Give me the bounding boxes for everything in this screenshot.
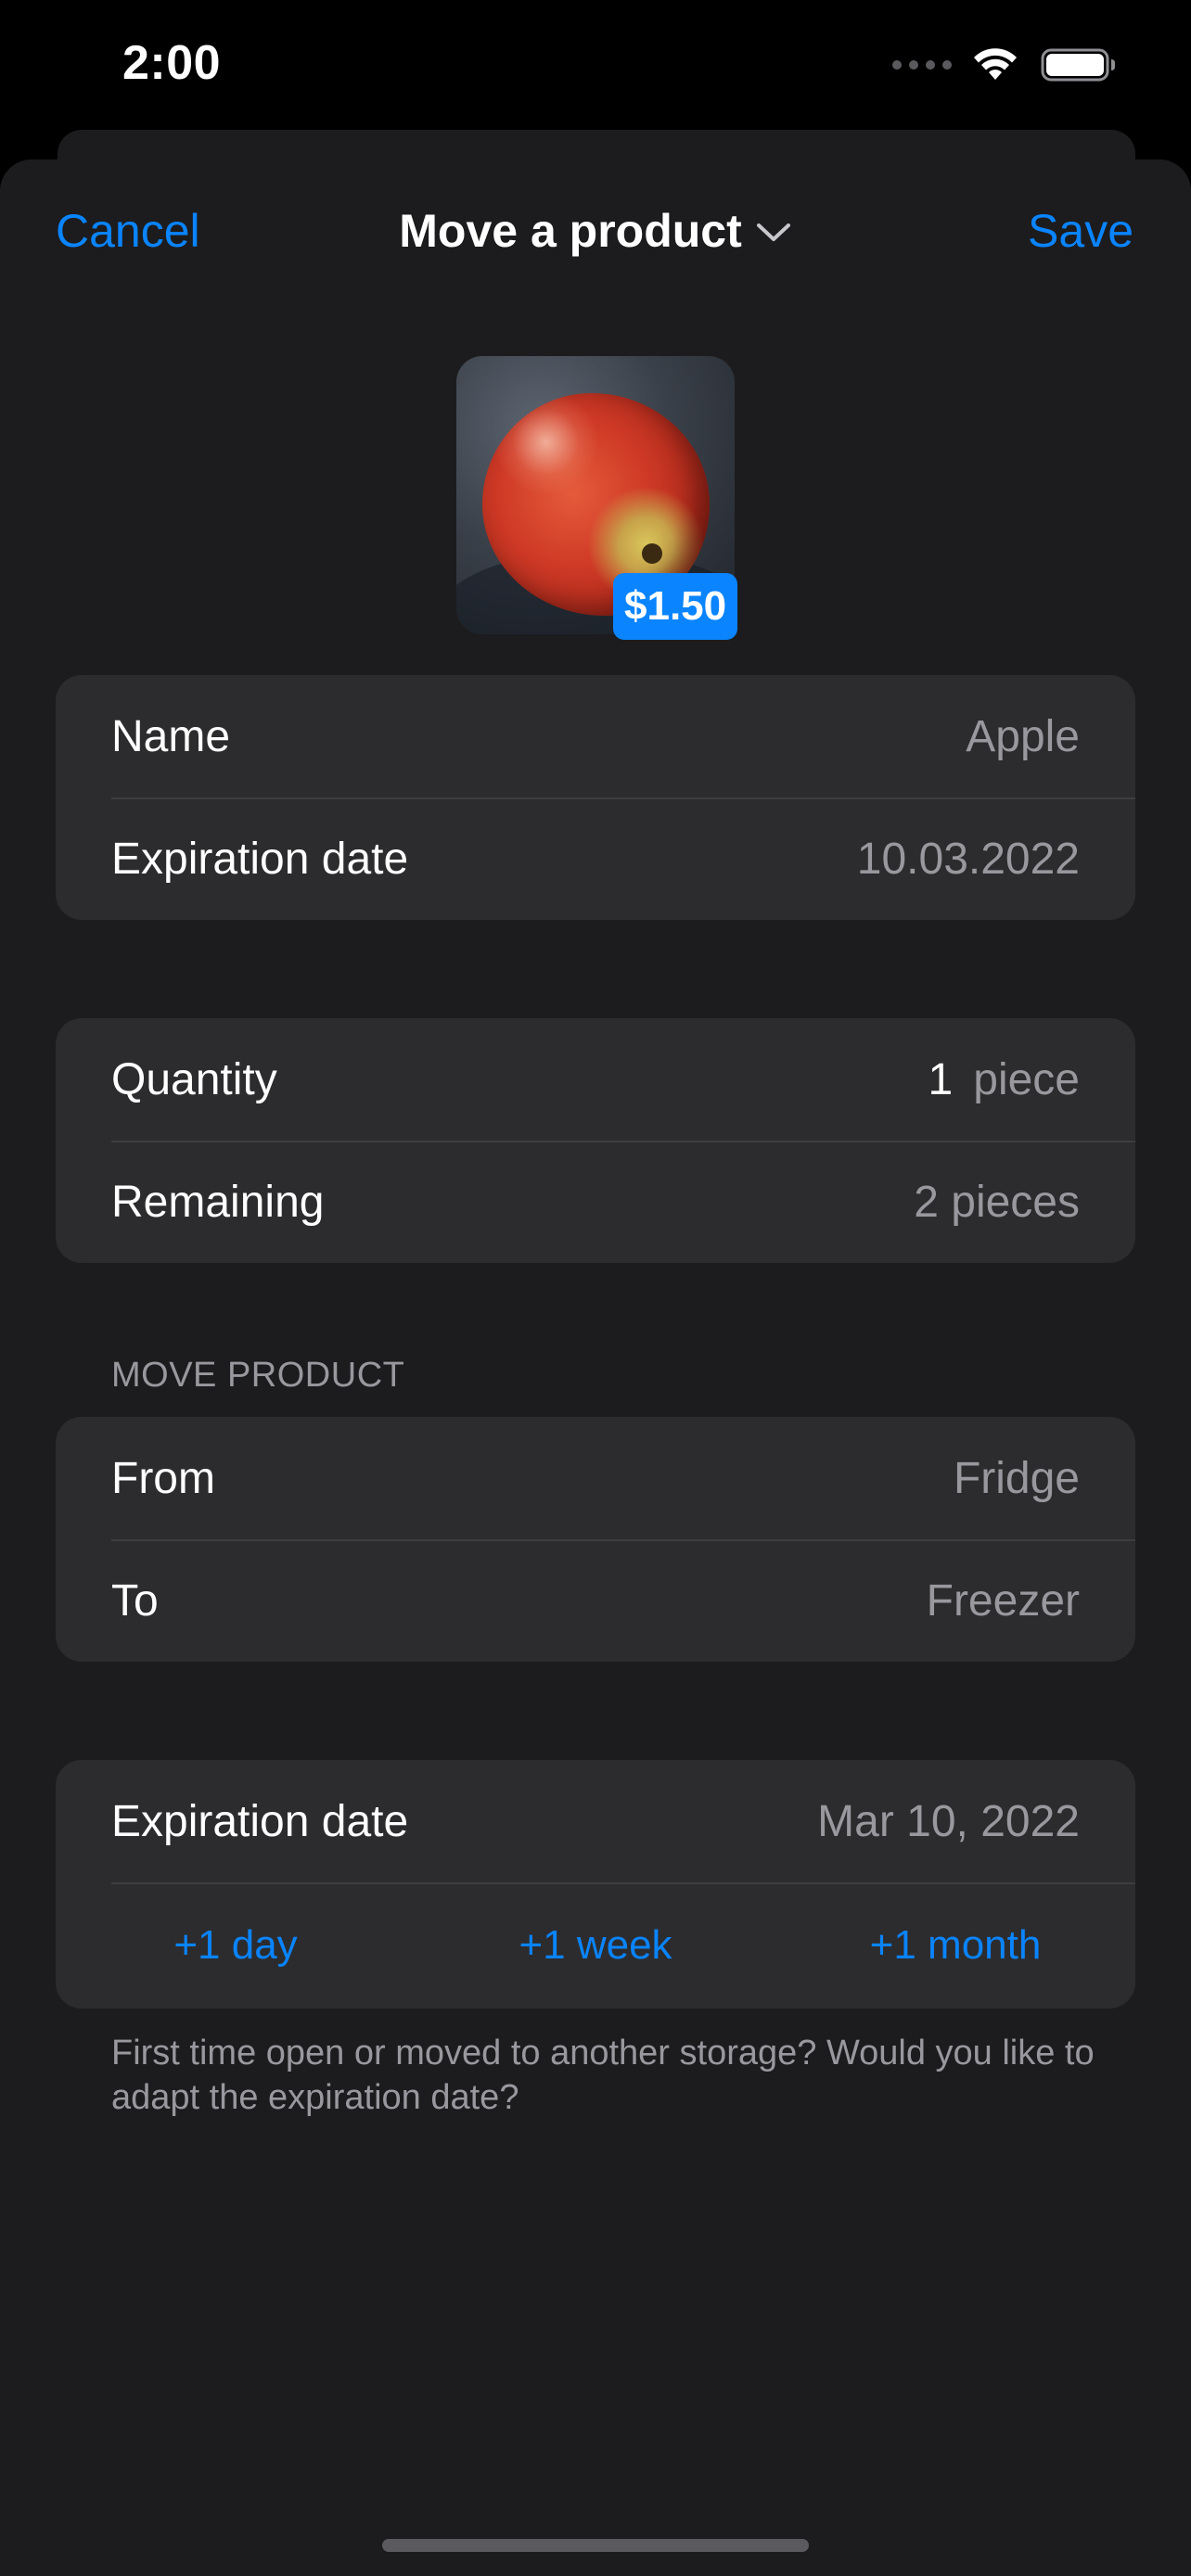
home-indicator[interactable]: [382, 2539, 809, 2552]
new-expiration-group: Expiration date Mar 10, 2022 +1 day +1 w…: [56, 1760, 1135, 2009]
quantity-number-field[interactable]: 1: [928, 1055, 954, 1104]
apple-stem: [642, 543, 662, 564]
title-menu-button[interactable]: Move a product: [0, 204, 1191, 258]
status-indicators: [892, 45, 1117, 85]
remaining-row: Remaining 2 pieces: [56, 1141, 1135, 1263]
move-section-header: MOVE PRODUCT: [111, 1356, 405, 1395]
cellular-signal-icon: [892, 60, 952, 70]
chevron-down-icon: [756, 223, 790, 241]
new-expiration-value[interactable]: Mar 10, 2022: [817, 1796, 1080, 1847]
to-label: To: [111, 1575, 159, 1626]
add-month-button[interactable]: +1 month: [775, 1922, 1135, 1969]
from-label: From: [111, 1453, 215, 1503]
quantity-value: 1 piece: [928, 1054, 1080, 1105]
status-time: 2:00: [122, 36, 222, 90]
name-label: Name: [111, 711, 231, 761]
add-day-button[interactable]: +1 day: [56, 1922, 416, 1969]
name-value: Apple: [966, 711, 1080, 761]
save-button[interactable]: Save: [1028, 204, 1133, 258]
remaining-label: Remaining: [111, 1177, 325, 1227]
quantity-unit: piece: [973, 1054, 1080, 1104]
remaining-value: 2 pieces: [914, 1177, 1080, 1227]
expiration-hint: First time open or moved to another stor…: [111, 2034, 1095, 2117]
quantity-label: Quantity: [111, 1054, 277, 1104]
new-expiration-row[interactable]: Expiration date Mar 10, 2022: [56, 1760, 1135, 1882]
from-row[interactable]: From Fridge: [56, 1417, 1135, 1539]
page-title: Move a product: [399, 205, 742, 257]
quantity-group: Quantity 1 piece Remaining 2 pieces: [56, 1018, 1135, 1263]
details-group: Name Apple Expiration date 10.03.2022: [56, 675, 1135, 920]
quantity-row[interactable]: Quantity 1 piece: [56, 1018, 1135, 1141]
quick-adjust-row: +1 day +1 week +1 month: [56, 1882, 1135, 2009]
expiration-row[interactable]: Expiration date 10.03.2022: [56, 797, 1135, 920]
new-expiration-label: Expiration date: [111, 1796, 409, 1846]
add-week-button[interactable]: +1 week: [416, 1922, 775, 1969]
battery-icon: [1041, 48, 1115, 82]
price-badge: $1.50: [613, 573, 738, 640]
wifi-icon: [974, 48, 1017, 80]
to-value: Freezer: [926, 1575, 1080, 1626]
status-bar: 2:00: [0, 0, 1191, 139]
from-value: Fridge: [953, 1453, 1080, 1503]
expiration-label: Expiration date: [111, 834, 409, 884]
to-row[interactable]: To Freezer: [56, 1539, 1135, 1662]
screen: 2:00 Cancel Move a product Save $1.50 Na…: [0, 0, 1191, 2576]
name-row[interactable]: Name Apple: [56, 675, 1135, 797]
expiration-value: 10.03.2022: [856, 834, 1080, 884]
move-group: From Fridge To Freezer: [56, 1417, 1135, 1662]
